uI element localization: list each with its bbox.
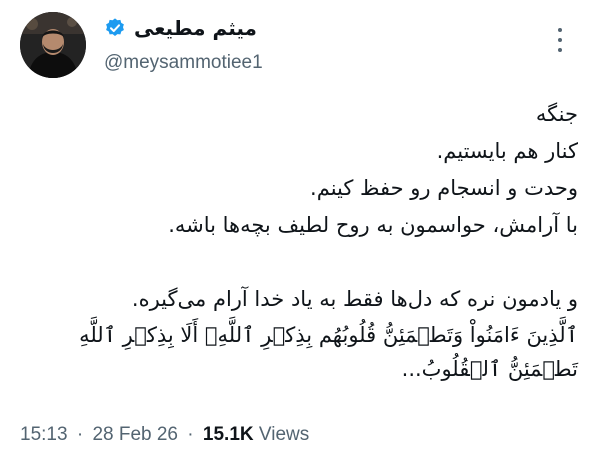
avatar[interactable] <box>20 12 86 78</box>
verified-badge-icon <box>104 17 126 39</box>
tweet-date[interactable]: 28 Feb 26 <box>92 424 178 445</box>
tweet-line: با آرامش، حواسمون به روح لطیف بچه‌ها باش… <box>168 213 578 237</box>
more-icon-dot <box>558 38 562 42</box>
tweet-line: وحدت و انسجام رو حفظ کینم. <box>310 176 578 200</box>
tweet-header: میثم مطیعی @meysammotiee1 <box>20 12 580 78</box>
meta-separator: · <box>76 424 84 445</box>
tweet-time[interactable]: 15:13 <box>20 424 68 445</box>
more-icon[interactable] <box>550 28 570 52</box>
name-row: میثم مطیعی <box>104 14 263 42</box>
meta-separator: · <box>187 424 194 445</box>
avatar-photo <box>20 12 86 78</box>
tweet-line: کنار هم بایستیم. <box>436 139 578 163</box>
views-label: Views <box>258 424 310 445</box>
author-info: میثم مطیعی @meysammotiee1 <box>104 14 263 74</box>
tweet-meta: 15:13 · 28 Feb 26 · 15.1K Views <box>20 424 309 446</box>
tweet-text: جنگه کنار هم بایستیم. وحدت و انسجام رو ح… <box>18 96 578 386</box>
tweet-card: میثم مطیعی @meysammotiee1 جنگه کنار هم ب… <box>0 0 600 471</box>
tweet-line: و یادمون نره که دل‌ها فقط به یاد خدا آرا… <box>131 287 578 311</box>
views-count[interactable]: 15.1K <box>203 424 254 445</box>
quran-verse: ٱلَّذِينَ ءَامَنُواْ وَتَطۡمَئِنُّ قُلُو… <box>79 323 578 381</box>
author-display-name[interactable]: میثم مطیعی <box>134 16 257 40</box>
more-icon-dot <box>558 28 562 32</box>
tweet-line: جنگه <box>535 102 578 126</box>
more-icon-dot <box>558 48 562 52</box>
author-handle[interactable]: @meysammotiee1 <box>104 52 263 74</box>
